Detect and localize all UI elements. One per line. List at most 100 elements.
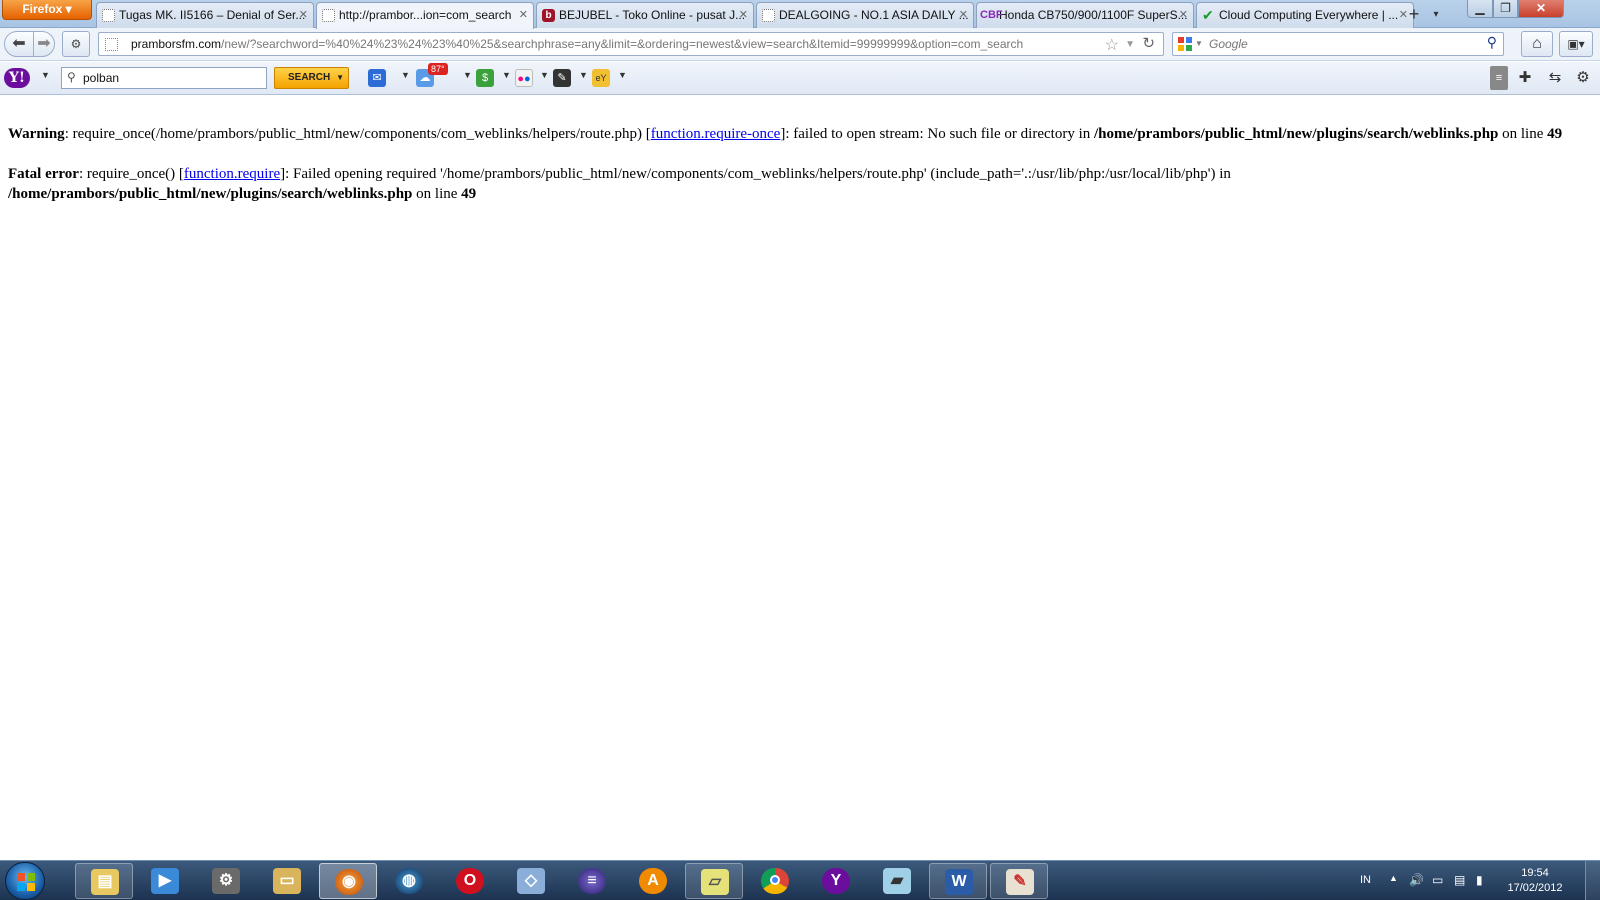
function-require-link[interactable]: function.require [184, 166, 280, 182]
back-button[interactable]: ⬅ [4, 31, 34, 57]
taskbar-note-app[interactable]: ▰ [868, 863, 926, 899]
chevron-down-icon[interactable]: ▼ [463, 70, 472, 80]
list-view-icon[interactable]: ≡ [1490, 66, 1508, 90]
maximize-button[interactable]: ❐ [1493, 0, 1518, 18]
warning-line-number: 49 [1547, 126, 1563, 142]
note-app-icon: ▰ [883, 868, 911, 894]
network-icon[interactable]: ▭ [1432, 873, 1443, 887]
search-icon[interactable]: ⚲ [1487, 34, 1497, 51]
taskbar-paint[interactable]: ✎ [990, 863, 1048, 899]
taskbar-system[interactable]: ⚙ [197, 863, 255, 899]
chevron-down-icon[interactable]: ▼ [618, 70, 627, 80]
search-bar[interactable]: ▼ Google ⚲ [1172, 32, 1504, 56]
google-icon [1178, 37, 1192, 51]
clock-time: 19:54 [1521, 867, 1549, 879]
yahoo-menu-dropdown-icon[interactable]: ▼ [41, 70, 50, 80]
system-icon: ⚙ [212, 868, 240, 894]
weather-temperature-badge: 87° [428, 63, 448, 75]
search-placeholder: Google [1209, 37, 1248, 51]
taskbar-globe[interactable]: ◍ [380, 863, 438, 899]
close-icon[interactable]: ✕ [739, 3, 748, 27]
system-clock[interactable]: 19:54 17/02/2012 [1495, 866, 1575, 896]
fatal-error-file-path: /home/prambors/public_html/new/plugins/s… [8, 186, 413, 202]
taskbar-chrome[interactable] [746, 863, 804, 899]
paint-icon: ✎ [1006, 869, 1034, 895]
tab-label: Cloud Computing Everywhere | ... [1219, 8, 1399, 22]
firefox-menu-button[interactable]: Firefox ▾ [2, 0, 92, 20]
close-icon[interactable]: ✕ [519, 3, 528, 27]
taskbar-file-explorer[interactable]: ▤ [75, 863, 133, 899]
page-favicon [105, 38, 118, 51]
chevron-down-icon[interactable]: ▼ [502, 70, 511, 80]
photos-icon[interactable]: ✎ [553, 69, 571, 87]
check-icon: ✔ [1202, 7, 1214, 23]
show-hidden-icons-icon[interactable]: ▲ [1389, 873, 1398, 883]
tab-bar: Firefox ▾ Tugas MK. II5166 – Denial of S… [0, 0, 1600, 29]
yahoo-search-input[interactable] [83, 70, 263, 86]
chevron-down-icon[interactable]: ▼ [579, 70, 588, 80]
chevron-down-icon[interactable]: ▼ [401, 70, 410, 80]
tab-label: Honda CB750/900/1100F SuperS... [999, 8, 1188, 22]
taskbar-opera[interactable]: O [441, 863, 499, 899]
url-history-dropdown-icon[interactable]: ▼ [1125, 36, 1135, 54]
bookmark-star-icon[interactable]: ☆ [1105, 35, 1119, 55]
taskbar-folder[interactable]: ▭ [258, 863, 316, 899]
eclipse-icon: ≡ [578, 868, 606, 894]
taskbar-word[interactable]: W [929, 863, 987, 899]
tab-honda[interactable]: CBF Honda CB750/900/1100F SuperS... ✕ [976, 2, 1194, 28]
virtualbox-icon: ◇ [517, 868, 545, 894]
close-icon[interactable]: ✕ [959, 3, 968, 27]
yahoo-logo-icon[interactable]: Y! [4, 68, 30, 88]
addons-button[interactable]: ▣▾ [1559, 31, 1593, 57]
url-bar[interactable]: pramborsfm.com/new/?searchword=%40%24%23… [98, 32, 1164, 56]
taskbar-notes[interactable]: ▱ [685, 863, 743, 899]
search-engine-dropdown-icon[interactable]: ▼ [1195, 35, 1203, 53]
forward-button[interactable]: ➡ [33, 31, 55, 57]
site-identity-button[interactable]: ⚙ [62, 31, 90, 57]
chevron-down-icon[interactable]: ▼ [540, 70, 549, 80]
folder-icon: ▭ [273, 868, 301, 894]
bejubel-icon: b [542, 9, 555, 22]
clock-date: 17/02/2012 [1507, 882, 1563, 894]
ebay-icon[interactable]: eY [592, 69, 610, 87]
url-text[interactable]: pramborsfm.com/new/?searchword=%40%24%23… [131, 33, 1023, 55]
volume-icon[interactable]: 🔊 [1409, 873, 1424, 887]
tab-bejubel[interactable]: b BEJUBEL - Toko Online - pusat J... ✕ [536, 2, 754, 28]
display-icon[interactable]: ▤ [1454, 873, 1465, 887]
settings-gear-icon[interactable]: ⚙ [1573, 66, 1593, 90]
function-require-once-link[interactable]: function.require-once [651, 126, 781, 142]
taskbar-avast[interactable]: A [624, 863, 682, 899]
reload-icon[interactable]: ↻ [1142, 34, 1155, 52]
input-language-indicator[interactable]: IN [1360, 874, 1371, 886]
tab-label: DEALGOING - NO.1 ASIA DAILY ... [779, 8, 969, 22]
add-icon[interactable]: ✚ [1515, 66, 1535, 90]
home-button[interactable]: ⌂ [1521, 31, 1553, 57]
power-icon[interactable]: ▮ [1476, 873, 1483, 887]
close-icon[interactable]: ✕ [1179, 3, 1188, 27]
taskbar-media-player[interactable]: ▶ [136, 863, 194, 899]
tab-prambors[interactable]: http://prambor...ion=com_search ✕ [316, 2, 534, 29]
yahoo-search-button[interactable]: SEARCH ▼ [274, 67, 349, 89]
finance-icon[interactable]: $ [476, 69, 494, 87]
media-player-icon: ▶ [151, 868, 179, 894]
minimize-button[interactable]: ▁ [1467, 0, 1493, 18]
start-button[interactable] [5, 862, 45, 900]
new-tab-button[interactable]: + [1403, 4, 1425, 26]
tab-list-button[interactable]: ▾ [1428, 4, 1444, 26]
tab-cloud[interactable]: ✔ Cloud Computing Everywhere | ... ✕ [1196, 2, 1414, 28]
show-desktop-button[interactable] [1585, 861, 1600, 900]
taskbar-firefox[interactable]: ◉ [319, 863, 377, 899]
taskbar-yahoo-messenger[interactable]: Y [807, 863, 865, 899]
yahoo-search-box[interactable]: ⚲ [61, 67, 267, 89]
swap-icon[interactable]: ⇆ [1545, 66, 1565, 90]
opera-icon: O [456, 868, 484, 894]
close-window-button[interactable]: ✕ [1518, 0, 1564, 18]
taskbar-eclipse[interactable]: ≡ [563, 863, 621, 899]
tab-dealgoing[interactable]: DEALGOING - NO.1 ASIA DAILY ... ✕ [756, 2, 974, 28]
taskbar-virtualbox[interactable]: ◇ [502, 863, 560, 899]
mail-icon[interactable]: ✉ [368, 69, 386, 87]
tab-tugas[interactable]: Tugas MK. II5166 – Denial of Ser... ✕ [96, 2, 314, 28]
close-icon[interactable]: ✕ [299, 3, 308, 27]
flickr-icon[interactable]: ●● [515, 69, 533, 87]
word-icon: W [945, 869, 973, 895]
